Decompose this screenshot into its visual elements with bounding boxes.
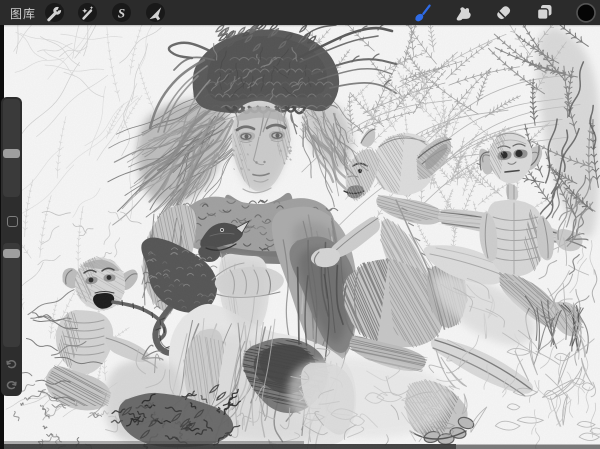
svg-text:S: S [118, 6, 125, 21]
